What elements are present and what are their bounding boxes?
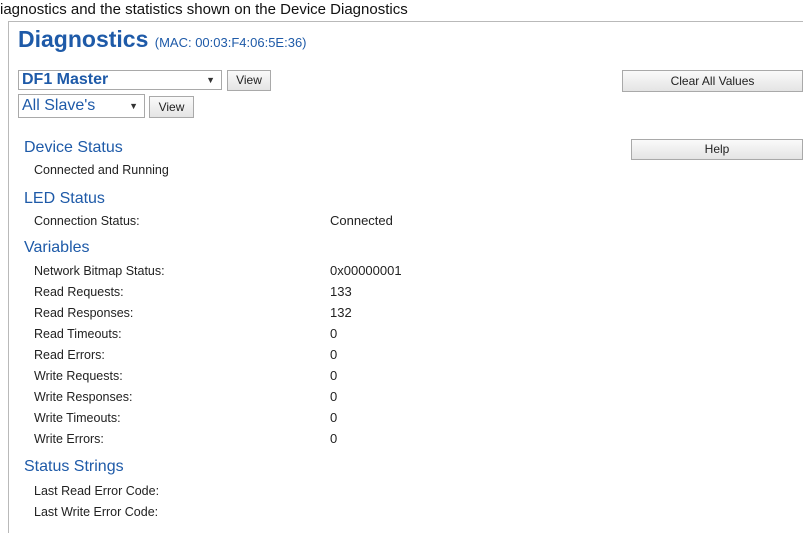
variable-label: Write Requests:	[34, 369, 123, 383]
slave-view-button[interactable]: View	[149, 96, 194, 118]
slave-select[interactable]: All Slave's ▼	[18, 94, 145, 118]
mac-address: (MAC: 00:03:F4:06:5E:36)	[154, 35, 307, 50]
clear-all-values-button[interactable]: Clear All Values	[622, 70, 803, 92]
section-heading-device-status: Device Status	[24, 139, 123, 156]
variable-label: Write Responses:	[34, 390, 133, 404]
variable-label: Read Timeouts:	[34, 327, 122, 341]
variable-value: 0	[330, 368, 338, 383]
variable-value: 132	[330, 305, 352, 320]
help-button[interactable]: Help	[631, 139, 803, 160]
protocol-view-button[interactable]: View	[227, 70, 271, 91]
slave-select-value: All Slave's	[22, 97, 96, 114]
variable-value: 0	[330, 326, 338, 341]
status-string-label: Last Read Error Code:	[34, 484, 160, 498]
variable-label: Network Bitmap Status:	[34, 264, 165, 278]
protocol-select-value: DF1 Master	[22, 71, 109, 88]
variable-label: Read Responses:	[34, 306, 134, 320]
variable-label: Read Requests:	[34, 285, 124, 299]
led-row-value: Connected	[330, 213, 393, 228]
section-heading-status-strings: Status Strings	[24, 458, 124, 475]
page-title-text: Diagnostics	[18, 26, 149, 52]
section-heading-led-status: LED Status	[24, 190, 105, 207]
variable-label: Read Errors:	[34, 348, 105, 362]
protocol-select[interactable]: DF1 Master ▼	[18, 70, 222, 90]
chevron-down-icon: ▼	[129, 101, 138, 111]
section-heading-variables: Variables	[24, 239, 90, 256]
chevron-down-icon: ▼	[206, 75, 215, 85]
device-status-text: Connected and Running	[34, 163, 169, 177]
status-string-label: Last Write Error Code:	[34, 505, 159, 519]
variable-value: 133	[330, 284, 352, 299]
variable-label: Write Timeouts:	[34, 411, 121, 425]
variable-value: 0	[330, 389, 338, 404]
led-row-label: Connection Status:	[34, 214, 140, 228]
variable-label: Write Errors:	[34, 432, 104, 446]
variable-value: 0	[330, 431, 338, 446]
variable-value: 0	[330, 410, 338, 425]
variable-value: 0x00000001	[330, 263, 402, 278]
document-caption: iagnostics and the statistics shown on t…	[0, 1, 408, 18]
variable-value: 0	[330, 347, 338, 362]
page-title: Diagnostics (MAC: 00:03:F4:06:5E:36)	[18, 24, 307, 58]
